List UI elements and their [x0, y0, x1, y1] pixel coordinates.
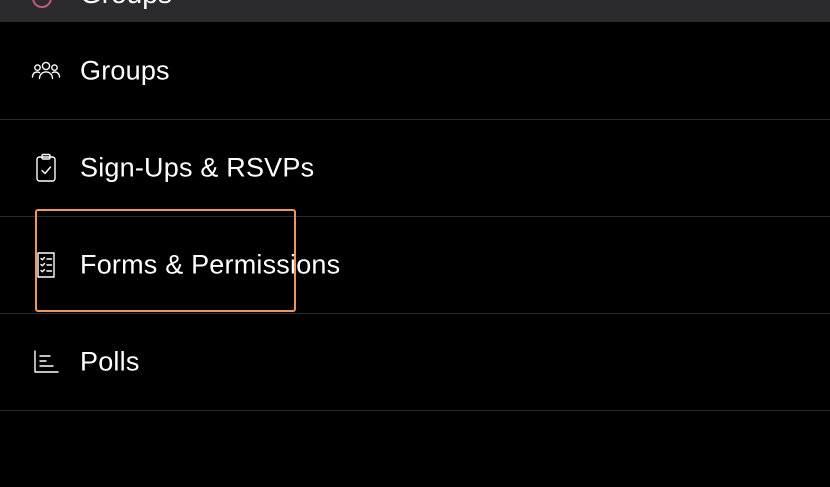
menu-list: Groups Sign-Ups & RSVPs Forms & Permissi… — [0, 23, 830, 411]
menu-item-sign-ups-rsvps[interactable]: Sign-Ups & RSVPs — [0, 120, 830, 217]
menu-item-label: Forms & Permissions — [80, 249, 341, 280]
groups-icon — [30, 55, 62, 87]
top-bar: Groups — [0, 0, 830, 22]
menu-item-forms-permissions[interactable]: Forms & Permissions — [0, 217, 830, 314]
menu-item-groups[interactable]: Groups — [0, 23, 830, 120]
menu-item-label: Polls — [80, 346, 140, 377]
menu-item-label: Groups — [80, 55, 170, 86]
clipboard-check-icon — [30, 152, 62, 184]
screen: Groups Groups — [0, 0, 830, 487]
avatar[interactable] — [32, 0, 52, 8]
top-bar-title: Groups — [80, 0, 172, 10]
form-checklist-icon — [30, 249, 62, 281]
menu-item-polls[interactable]: Polls — [0, 314, 830, 411]
bar-chart-icon — [30, 346, 62, 378]
menu-item-label: Sign-Ups & RSVPs — [80, 152, 315, 183]
